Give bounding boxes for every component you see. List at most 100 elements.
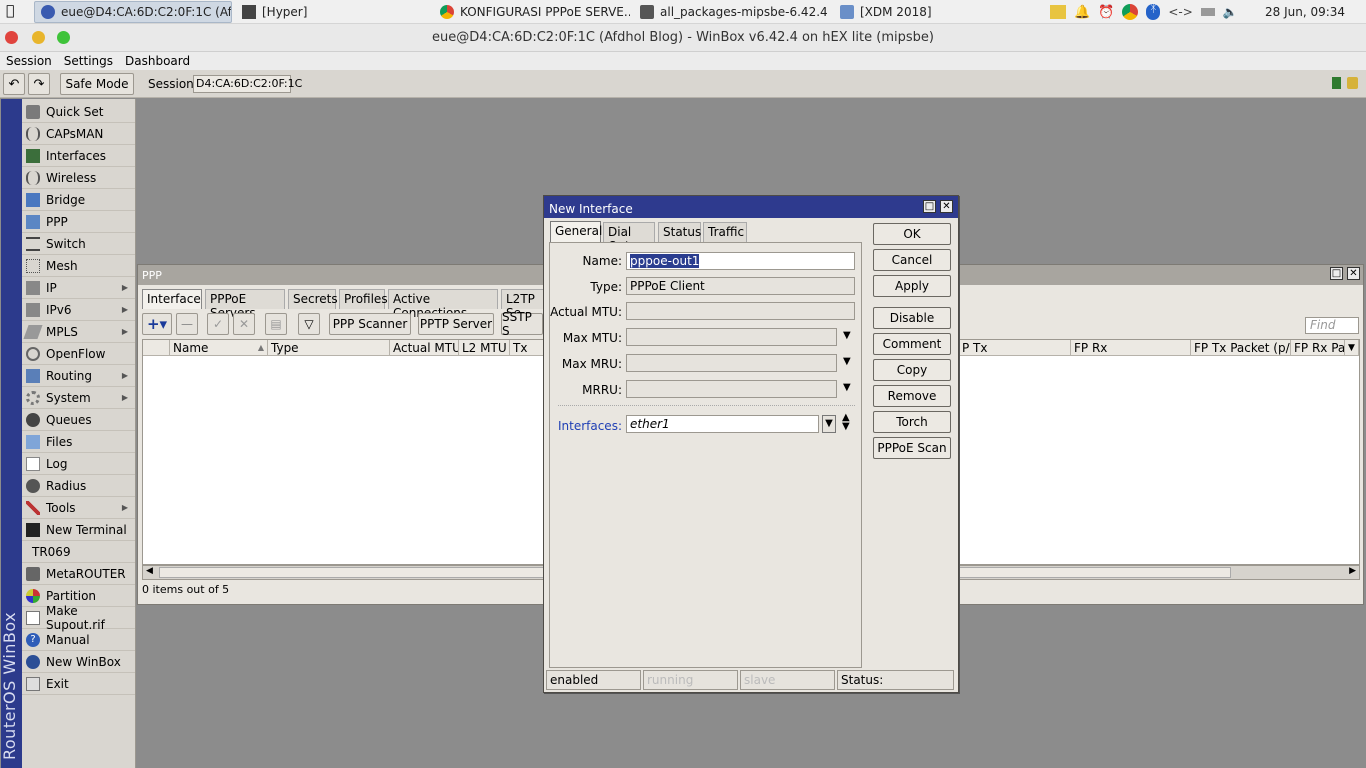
- task-winbox[interactable]: eue@D4:CA:6D:C2:0F:1C (Af...: [34, 1, 232, 23]
- undo-button[interactable]: ↶: [3, 73, 25, 95]
- sidebar-item-tr069[interactable]: TR069: [22, 541, 135, 563]
- interfaces-field[interactable]: ether1: [626, 415, 819, 433]
- tab-status[interactable]: Status: [658, 222, 701, 242]
- dialog-title[interactable]: New Interface: [544, 196, 958, 218]
- maximize-icon[interactable]: □: [923, 200, 936, 213]
- interfaces-sort-icon[interactable]: ▲ ▼: [842, 413, 850, 432]
- interfaces-dropdown-icon[interactable]: ▼: [822, 415, 836, 433]
- sidebar-item-new-winbox[interactable]: New WinBox: [22, 651, 135, 673]
- bluetooth-icon[interactable]: ᛡ: [1146, 4, 1161, 20]
- max-mtu-field[interactable]: [626, 328, 837, 346]
- sidebar-item-queues[interactable]: Queues: [22, 409, 135, 431]
- ppp-scanner-button[interactable]: PPP Scanner: [329, 313, 411, 335]
- bell-icon[interactable]: 🔔: [1074, 5, 1090, 20]
- column-fp-rx[interactable]: FP Rx: [1071, 340, 1191, 356]
- task-terminal[interactable]: [Hyper]: [236, 1, 336, 23]
- sidebar-item-mesh[interactable]: Mesh: [22, 255, 135, 277]
- max-mtu-dropdown-icon[interactable]: ▼: [843, 330, 851, 341]
- alarm-icon[interactable]: ⏰: [1098, 5, 1114, 20]
- maximize-icon[interactable]: □: [1330, 267, 1343, 280]
- sidebar-item-tools[interactable]: Tools ▶: [22, 497, 135, 519]
- column-l2-mtu[interactable]: L2 MTU: [459, 340, 510, 356]
- chrome-tray-icon[interactable]: [1122, 4, 1139, 20]
- sidebar-item-exit[interactable]: Exit: [22, 673, 135, 695]
- ok-button[interactable]: OK: [873, 223, 951, 245]
- cancel-button[interactable]: Cancel: [873, 249, 951, 271]
- sidebar-item-ip[interactable]: IP ▶: [22, 277, 135, 299]
- tab-traffic[interactable]: Traffic: [703, 222, 747, 242]
- menu-dashboard[interactable]: Dashboard: [119, 54, 196, 68]
- sstp-server-button[interactable]: SSTP S: [501, 310, 543, 338]
- max-mru-field[interactable]: [626, 354, 837, 372]
- scroll-left-icon[interactable]: ◀: [146, 566, 153, 576]
- task-chrome[interactable]: KONFIGURASI PPPoE SERVE...: [434, 1, 630, 23]
- pppoe-scan-button[interactable]: PPPoE Scan: [873, 437, 951, 459]
- mrru-dropdown-icon[interactable]: ▼: [843, 382, 851, 393]
- comment-button[interactable]: ▤: [265, 313, 287, 335]
- tab-l2tp-server[interactable]: L2TP Se: [501, 289, 545, 320]
- apple-icon[interactable]: : [6, 4, 18, 18]
- sidebar-item-manual[interactable]: ? Manual: [22, 629, 135, 651]
- sidebar-item-ppp[interactable]: PPP: [22, 211, 135, 233]
- column-type[interactable]: Type: [268, 340, 390, 356]
- scroll-right-icon[interactable]: ▶: [1349, 566, 1356, 576]
- safe-mode-button[interactable]: Safe Mode: [60, 73, 134, 95]
- task-folder[interactable]: all_packages-mipsbe-6.42.4 -...: [634, 1, 832, 23]
- mrru-field[interactable]: [626, 380, 837, 398]
- column-name[interactable]: Name ▲: [170, 340, 268, 356]
- column-actual-mtu[interactable]: Actual MTU: [390, 340, 459, 356]
- remove-button[interactable]: Remove: [873, 385, 951, 407]
- comment-button[interactable]: Comment: [873, 333, 951, 355]
- tab-active-connections[interactable]: Active Connections: [388, 289, 498, 320]
- sidebar-item-log[interactable]: Log: [22, 453, 135, 475]
- name-field[interactable]: pppoe-out1: [626, 252, 855, 270]
- sidebar-item-new-terminal[interactable]: New Terminal: [22, 519, 135, 541]
- sidebar-item-quick-set[interactable]: Quick Set: [22, 101, 135, 123]
- sidebar-item-switch[interactable]: Switch: [22, 233, 135, 255]
- task-xdm[interactable]: [XDM 2018]: [834, 1, 934, 23]
- close-icon[interactable]: ✕: [1347, 267, 1360, 280]
- disable-button[interactable]: Disable: [873, 307, 951, 329]
- menu-settings[interactable]: Settings: [58, 54, 119, 68]
- tab-dial-out[interactable]: Dial Out: [603, 222, 655, 253]
- sidebar-item-bridge[interactable]: Bridge: [22, 189, 135, 211]
- session-field[interactable]: D4:CA:6D:C2:0F:1C: [193, 75, 302, 93]
- filter-button[interactable]: ▽: [298, 313, 320, 335]
- sidebar-item-capsman[interactable]: CAPsMAN: [22, 123, 135, 145]
- notes-icon[interactable]: [1050, 5, 1066, 19]
- sidebar-item-metarouter[interactable]: MetaROUTER: [22, 563, 135, 585]
- close-icon[interactable]: ✕: [940, 200, 953, 213]
- column-menu-chevron-down-icon[interactable]: ▼: [1345, 340, 1359, 356]
- network-icon[interactable]: <->: [1168, 5, 1192, 19]
- pptp-server-button[interactable]: PPTP Server: [418, 313, 494, 335]
- sidebar-item-system[interactable]: System ▶: [22, 387, 135, 409]
- add-button[interactable]: +▾: [142, 313, 172, 335]
- column-fp-rx-packet[interactable]: FP Rx Pack: [1291, 340, 1345, 356]
- sidebar-item-wireless[interactable]: Wireless: [22, 167, 135, 189]
- copy-button[interactable]: Copy: [873, 359, 951, 381]
- find-input[interactable]: Find: [1305, 317, 1359, 334]
- remove-button[interactable]: —: [176, 313, 198, 335]
- sidebar-item-routing[interactable]: Routing ▶: [22, 365, 135, 387]
- sidebar-item-make-supout[interactable]: Make Supout.rif: [22, 604, 135, 632]
- sidebar-item-interfaces[interactable]: Interfaces: [22, 145, 135, 167]
- tab-profiles[interactable]: Profiles: [339, 289, 388, 309]
- tab-interface[interactable]: Interface: [142, 289, 202, 309]
- tab-pppoe-servers[interactable]: PPPoE Servers: [205, 289, 285, 320]
- menu-session[interactable]: Session: [0, 54, 58, 68]
- sidebar-item-openflow[interactable]: OpenFlow: [22, 343, 135, 365]
- sidebar-item-radius[interactable]: Radius: [22, 475, 135, 497]
- battery-icon[interactable]: [1200, 8, 1215, 16]
- tab-secrets[interactable]: Secrets: [288, 289, 338, 309]
- redo-button[interactable]: ↷: [28, 73, 50, 95]
- sidebar-item-mpls[interactable]: MPLS ▶: [22, 321, 135, 343]
- tab-general[interactable]: General: [550, 221, 602, 243]
- sidebar-item-files[interactable]: Files: [22, 431, 135, 453]
- clock[interactable]: 28 Jun, 09:34: [1265, 5, 1345, 19]
- max-mru-dropdown-icon[interactable]: ▼: [843, 356, 851, 367]
- sidebar-item-ipv6[interactable]: IPv6 ▶: [22, 299, 135, 321]
- column-fp-tx[interactable]: P Tx: [959, 340, 1071, 356]
- column-fp-tx-packet[interactable]: FP Tx Packet (p/s): [1191, 340, 1291, 356]
- volume-icon[interactable]: 🔈: [1223, 5, 1238, 19]
- enable-button[interactable]: ✓: [207, 313, 229, 335]
